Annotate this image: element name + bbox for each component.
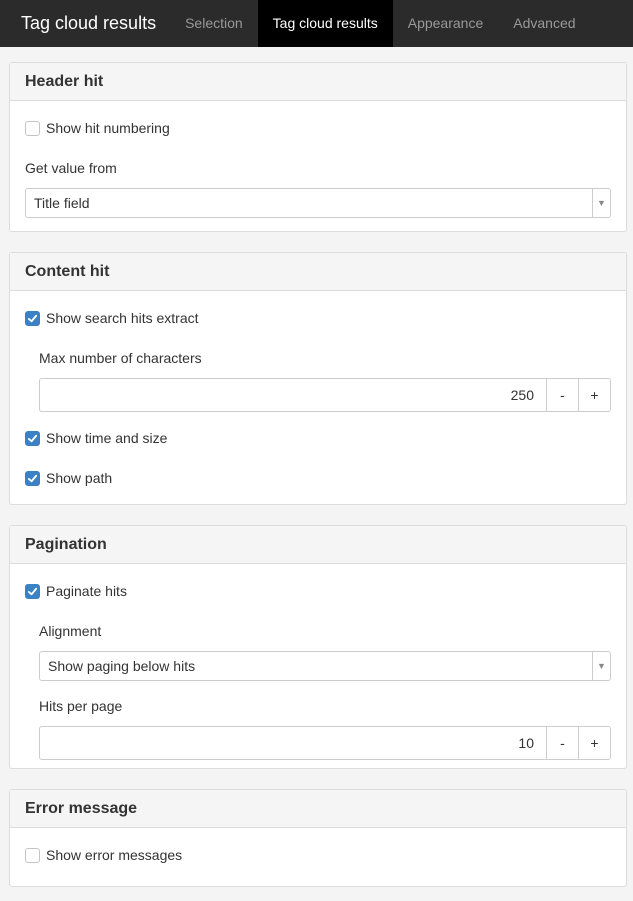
show-search-hits-extract-option[interactable]: Show search hits extract [25, 308, 611, 328]
decrement-button[interactable]: - [546, 727, 578, 759]
check-icon [27, 474, 38, 482]
alignment-select[interactable]: Show paging below hits ▼ [39, 651, 611, 681]
show-hit-numbering-checkbox[interactable] [25, 120, 40, 136]
panel-title: Error message [10, 790, 626, 828]
get-value-from-label: Get value from [25, 160, 117, 176]
alignment-label: Alignment [39, 623, 102, 639]
settings-content: Header hit Show hit numbering Get value … [0, 47, 633, 887]
panel-title: Content hit [10, 253, 626, 291]
max-characters-stepper: 250 - + [39, 378, 611, 412]
show-path-checkbox[interactable] [25, 470, 40, 486]
paginate-hits-option[interactable]: Paginate hits [25, 581, 611, 601]
top-navigation-bar: Tag cloud results Selection Tag cloud re… [0, 0, 633, 47]
check-icon [27, 314, 38, 322]
panel-title: Header hit [10, 63, 626, 101]
show-path-option[interactable]: Show path [25, 468, 611, 488]
show-search-hits-extract-checkbox[interactable] [25, 310, 40, 326]
show-error-messages-option[interactable]: Show error messages [25, 845, 611, 865]
tab-tag-cloud-results[interactable]: Tag cloud results [257, 0, 393, 47]
max-characters-label: Max number of characters [39, 350, 202, 366]
show-time-and-size-option[interactable]: Show time and size [25, 428, 611, 448]
caret-down-icon: ▼ [592, 189, 610, 217]
pagination-panel: Pagination Paginate hits Alignment Show … [9, 525, 627, 769]
tab-selection[interactable]: Selection [170, 0, 258, 47]
increment-button[interactable]: + [578, 379, 610, 411]
select-value: Show paging below hits [48, 658, 196, 674]
panel-title: Pagination [10, 526, 626, 564]
checkbox-label: Show path [46, 470, 113, 486]
content-hit-panel: Content hit Show search hits extract Max… [9, 252, 627, 505]
increment-button[interactable]: + [578, 727, 610, 759]
caret-down-icon: ▼ [592, 652, 610, 680]
hits-per-page-input[interactable]: 10 [40, 727, 546, 759]
select-value: Title field [34, 195, 90, 211]
tab-advanced[interactable]: Advanced [498, 0, 590, 47]
app-title: Tag cloud results [21, 13, 157, 33]
hits-per-page-label: Hits per page [39, 698, 123, 714]
decrement-button[interactable]: - [546, 379, 578, 411]
tab-appearance[interactable]: Appearance [393, 0, 499, 47]
show-hit-numbering-option[interactable]: Show hit numbering [25, 118, 611, 138]
checkbox-label: Show hit numbering [46, 120, 170, 136]
get-value-from-select[interactable]: Title field ▼ [25, 188, 611, 218]
checkbox-label: Paginate hits [46, 583, 127, 599]
error-message-panel: Error message Show error messages [9, 789, 627, 887]
checkbox-label: Show error messages [46, 847, 183, 863]
hits-per-page-stepper: 10 - + [39, 726, 611, 760]
show-time-and-size-checkbox[interactable] [25, 430, 40, 446]
check-icon [27, 587, 38, 595]
show-error-messages-checkbox[interactable] [25, 847, 40, 863]
checkbox-label: Show time and size [46, 430, 168, 446]
header-hit-panel: Header hit Show hit numbering Get value … [9, 62, 627, 232]
checkbox-label: Show search hits extract [46, 310, 199, 326]
paginate-hits-checkbox[interactable] [25, 583, 40, 599]
check-icon [27, 434, 38, 442]
max-characters-input[interactable]: 250 [40, 379, 546, 411]
